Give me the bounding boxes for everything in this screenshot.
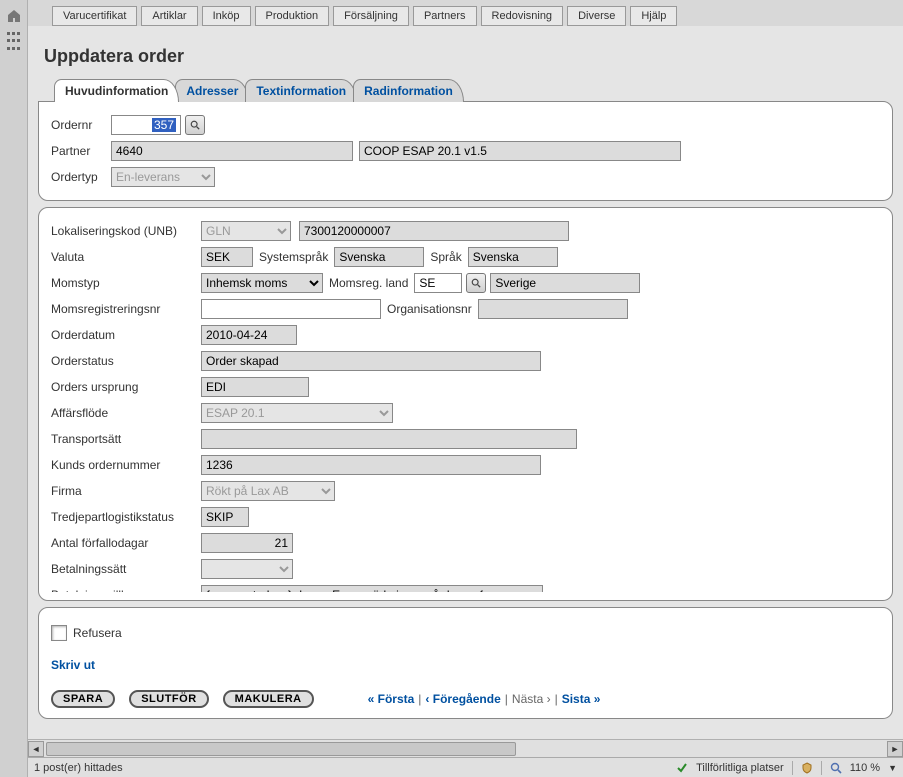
- partner-label: Partner: [51, 144, 111, 158]
- grip-icon: [7, 32, 21, 52]
- tab-adresser[interactable]: Adresser: [175, 79, 249, 102]
- momsreg-land-code-input[interactable]: [414, 273, 462, 293]
- pager-sep3: |: [555, 692, 558, 706]
- menu-varucertifikat[interactable]: Varucertifikat: [52, 6, 137, 26]
- transportsatt-input[interactable]: [201, 429, 577, 449]
- momstyp-label: Momstyp: [51, 276, 201, 290]
- forfallodagar-input[interactable]: [201, 533, 293, 553]
- systemsprak-input[interactable]: [334, 247, 424, 267]
- forfallodagar-label: Antal förfallodagar: [51, 536, 201, 550]
- systemsprak-label: Systemspråk: [259, 250, 328, 264]
- pager-next[interactable]: Nästa ›: [512, 692, 551, 706]
- momsreg-land-label: Momsreg. land: [329, 276, 408, 290]
- tab-huvudinformation[interactable]: Huvudinformation: [54, 79, 179, 102]
- top-menu: Varucertifikat Artiklar Inköp Produktion…: [28, 0, 903, 26]
- status-bar: 1 post(er) hittades Tillförlitliga plats…: [28, 757, 903, 777]
- momsreg-land-name-input[interactable]: [490, 273, 640, 293]
- status-record-count: 1 post(er) hittades: [34, 762, 123, 774]
- orgnr-label: Organisationsnr: [387, 302, 472, 316]
- menu-diverse[interactable]: Diverse: [567, 6, 626, 26]
- firma-select[interactable]: Rökt på Lax AB: [201, 481, 335, 501]
- menu-partners[interactable]: Partners: [413, 6, 477, 26]
- pager-first[interactable]: « Första: [368, 692, 415, 706]
- makulera-button[interactable]: MAKULERA: [223, 690, 314, 708]
- menu-hjalp[interactable]: Hjälp: [630, 6, 677, 26]
- betalningsvillkor-input[interactable]: [201, 585, 543, 592]
- pager-sep1: |: [418, 692, 421, 706]
- orderstatus-label: Orderstatus: [51, 354, 201, 368]
- orderstatus-input[interactable]: [201, 351, 541, 371]
- menu-redovisning[interactable]: Redovisning: [481, 6, 564, 26]
- transportsatt-label: Transportsätt: [51, 432, 201, 446]
- kundsordernr-label: Kunds ordernummer: [51, 458, 201, 472]
- lokaliseringskod-input[interactable]: [299, 221, 569, 241]
- zoom-dropdown-icon[interactable]: ▼: [888, 763, 897, 773]
- pager-last[interactable]: Sista »: [562, 692, 601, 706]
- body-panel: Lokaliseringskod (UNB) GLN Valuta System…: [38, 207, 893, 601]
- menu-inkop[interactable]: Inköp: [202, 6, 251, 26]
- spara-button[interactable]: SPARA: [51, 690, 115, 708]
- tab-bar: Huvudinformation Adresser Textinformatio…: [38, 79, 893, 102]
- ordertyp-label: Ordertyp: [51, 170, 111, 184]
- tpl-input[interactable]: [201, 507, 249, 527]
- menu-artiklar[interactable]: Artiklar: [141, 6, 197, 26]
- partner-code-input[interactable]: [111, 141, 353, 161]
- skriv-ut-link[interactable]: Skriv ut: [51, 658, 95, 672]
- status-zoom: 110 %: [850, 762, 880, 774]
- sprak-input[interactable]: [468, 247, 558, 267]
- affarsflode-label: Affärsflöde: [51, 406, 201, 420]
- zoom-icon: [830, 762, 842, 774]
- ordertyp-select[interactable]: En-leverans: [111, 167, 215, 187]
- pager-prev[interactable]: ‹ Föregående: [425, 692, 500, 706]
- betalningsvillkor-label: Betalningsvillkor: [51, 588, 201, 592]
- ursprung-label: Orders ursprung: [51, 380, 201, 394]
- scroll-right-button[interactable]: ►: [887, 741, 903, 757]
- menu-forsaljning[interactable]: Försäljning: [333, 6, 409, 26]
- scroll-left-button[interactable]: ◄: [28, 741, 44, 757]
- refusera-label: Refusera: [73, 626, 122, 640]
- firma-label: Firma: [51, 484, 201, 498]
- pager: « Första | ‹ Föregående | Nästa › | Sist…: [368, 692, 601, 706]
- magnifier-icon: [190, 120, 200, 130]
- lokaliseringskod-label: Lokaliseringskod (UNB): [51, 224, 201, 238]
- kundsordernr-input[interactable]: [201, 455, 541, 475]
- tab-radinformation[interactable]: Radinformation: [353, 79, 464, 102]
- home-icon[interactable]: [6, 8, 22, 24]
- tpl-label: Tredjepartlogistikstatus: [51, 510, 201, 524]
- valuta-input[interactable]: [201, 247, 253, 267]
- momsregnr-input[interactable]: [201, 299, 381, 319]
- lokaliseringskod-type-select[interactable]: GLN: [201, 221, 291, 241]
- magnifier-icon: [471, 278, 481, 288]
- orgnr-input[interactable]: [478, 299, 628, 319]
- shield-icon: [801, 762, 813, 774]
- betalningssatt-select[interactable]: [201, 559, 293, 579]
- sprak-label: Språk: [430, 250, 461, 264]
- ordernr-input[interactable]: 357: [111, 115, 181, 135]
- momsregnr-label: Momsregistreringsnr: [51, 302, 201, 316]
- affarsflode-select[interactable]: ESAP 20.1: [201, 403, 393, 423]
- pager-sep2: |: [505, 692, 508, 706]
- check-icon: [676, 762, 688, 774]
- page-title: Uppdatera order: [44, 46, 893, 67]
- scroll-thumb[interactable]: [46, 742, 516, 756]
- ordernr-search-button[interactable]: [185, 115, 205, 135]
- slutfor-button[interactable]: SLUTFÖR: [129, 690, 208, 708]
- momsreg-land-search-button[interactable]: [466, 273, 486, 293]
- status-trust: Tillförlitliga platser: [696, 762, 784, 774]
- betalningssatt-label: Betalningssätt: [51, 562, 201, 576]
- momstyp-select[interactable]: Inhemsk moms: [201, 273, 323, 293]
- valuta-label: Valuta: [51, 250, 201, 264]
- partner-name-input[interactable]: [359, 141, 681, 161]
- horizontal-scrollbar[interactable]: ◄ ►: [28, 739, 903, 757]
- head-panel: Ordernr 357 Partner Ordertyp En-leverans: [38, 101, 893, 201]
- orderdatum-input[interactable]: [201, 325, 297, 345]
- footer-panel: Refusera Skriv ut SPARA SLUTFÖR MAKULERA…: [38, 607, 893, 719]
- ursprung-input[interactable]: [201, 377, 309, 397]
- ordernr-label: Ordernr: [51, 118, 111, 132]
- tab-textinformation[interactable]: Textinformation: [245, 79, 357, 102]
- refusera-checkbox[interactable]: [51, 625, 67, 641]
- orderdatum-label: Orderdatum: [51, 328, 201, 342]
- menu-produktion[interactable]: Produktion: [255, 6, 330, 26]
